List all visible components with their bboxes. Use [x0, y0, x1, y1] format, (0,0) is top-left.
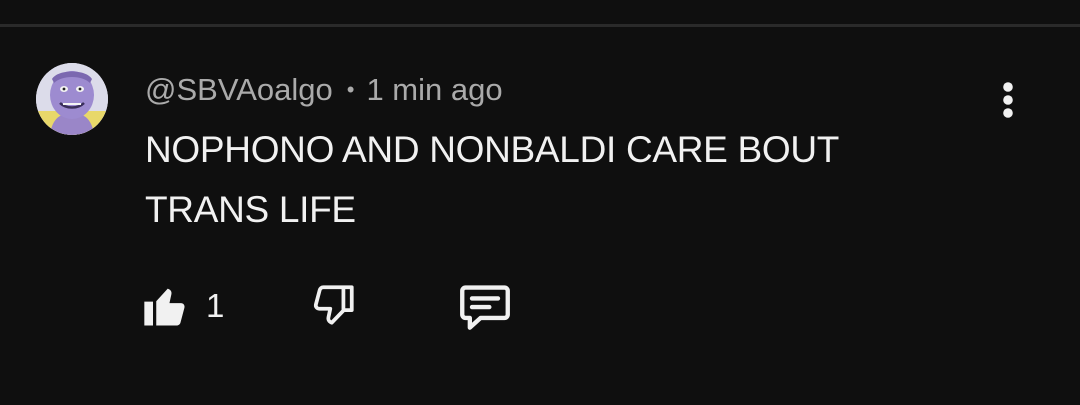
more-options-button[interactable] [986, 76, 1030, 124]
thumbs-down-icon [313, 285, 354, 325]
meta-separator: • [346, 77, 355, 102]
avatar-image [36, 63, 108, 135]
comment-timestamp[interactable]: 1 min ago [366, 72, 502, 108]
dislike-button[interactable] [308, 278, 358, 334]
comment-author[interactable]: @SBVAoalgo [145, 72, 333, 108]
comment-body: NOPHONO AND NONBALDI CARE BOUT TRANS LIF… [145, 129, 839, 230]
comment-page: @SBVAoalgo • 1 min ago NOPHONO AND NONBA… [0, 0, 1080, 405]
like-count: 1 [206, 287, 225, 324]
reply-button[interactable] [456, 278, 514, 334]
more-vertical-icon [1003, 82, 1013, 118]
comment-meta: @SBVAoalgo • 1 min ago [145, 70, 503, 110]
reply-comment-icon [460, 285, 510, 330]
avatar[interactable] [36, 63, 108, 135]
like-button[interactable]: 1 [140, 278, 224, 334]
thumbs-up-icon [144, 288, 185, 326]
top-divider [0, 24, 1080, 27]
